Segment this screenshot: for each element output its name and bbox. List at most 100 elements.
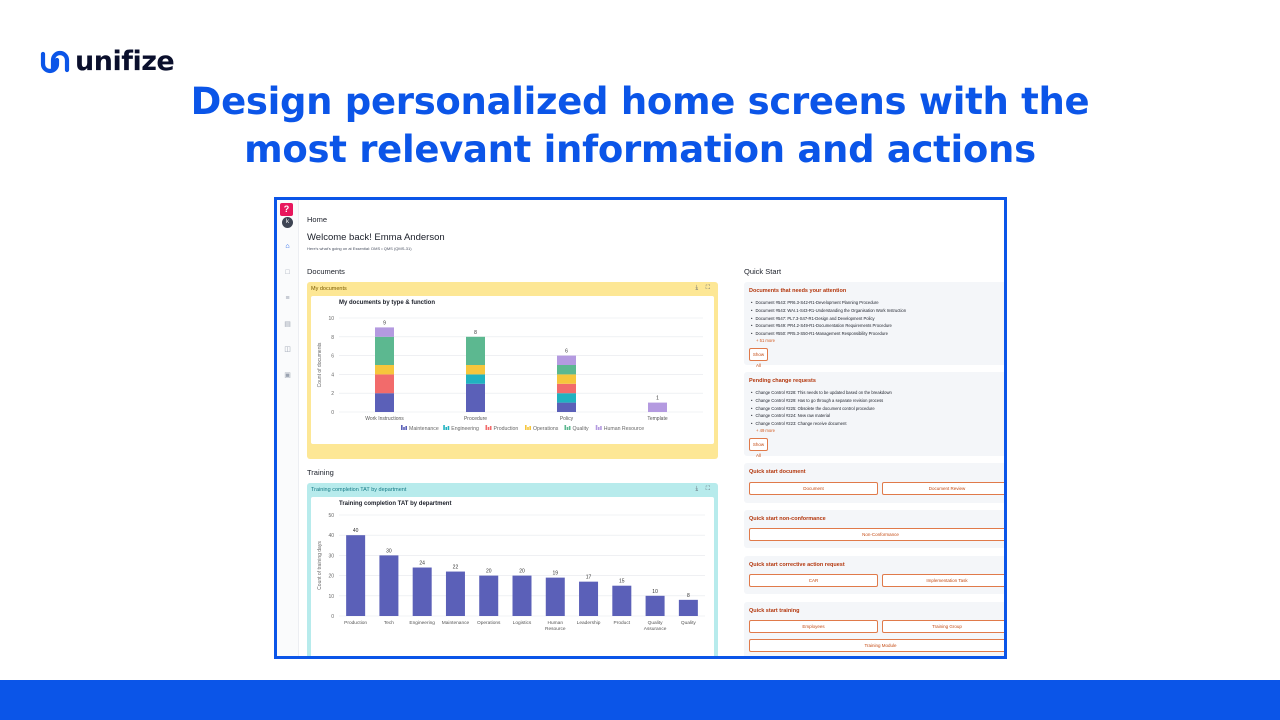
bar-segment	[466, 365, 485, 375]
list-item[interactable]: Document #543: WAI.1-S43-R1-Understandin…	[751, 307, 906, 315]
bar-segment	[375, 393, 394, 412]
y-tick-label: 6	[331, 354, 334, 360]
page-title: Home	[307, 215, 328, 224]
bar-segment	[557, 365, 576, 375]
avatar[interactable]: k	[282, 217, 293, 228]
training-group-button[interactable]: Training Group	[882, 620, 1004, 633]
legend-item: Engineering	[443, 425, 479, 432]
list-item[interactable]: Document #543: PR6.3-S42-R1-Development …	[751, 299, 906, 307]
settings-icon[interactable]: ▣	[283, 372, 292, 380]
y-tick-label: 20	[328, 574, 334, 580]
list-icon[interactable]: ≡	[283, 295, 292, 303]
data-label: 20	[486, 569, 492, 575]
y-tick-label: 0	[331, 614, 334, 620]
bar-segment	[557, 355, 576, 365]
data-label: 8	[474, 330, 477, 336]
x-tick-label: Assurance	[644, 626, 667, 632]
x-tick-label: Engineering	[409, 620, 435, 626]
car-button[interactable]: CAR	[749, 574, 878, 587]
documents-section-title: Documents	[307, 267, 345, 276]
home-icon[interactable]: ⌂	[283, 243, 292, 251]
panel-tools[interactable]: ⤓ ⛶	[695, 285, 713, 292]
list-item[interactable]: Change Control #225: Obsolete the docume…	[751, 405, 892, 413]
data-label: 20	[519, 569, 525, 575]
list-item[interactable]: Change Control #224: New raw material	[751, 412, 892, 420]
quick-start-capa-card: Quick start corrective action request CA…	[744, 556, 1004, 594]
documents-panel-header: My documents	[311, 286, 347, 292]
quick-start-training-title: Quick start training	[749, 608, 800, 614]
implementation-task-button[interactable]: Implementation Task	[882, 574, 1004, 587]
show-all-button[interactable]: Show All	[749, 348, 768, 368]
x-tick-label: Leadership	[577, 620, 601, 626]
employees-button[interactable]: Employees	[749, 620, 878, 633]
legend-label: Human Resource	[604, 426, 644, 432]
legend-swatch	[403, 427, 405, 430]
help-button[interactable]: ?	[280, 203, 293, 216]
list-item[interactable]: Change Control #223: Change receive docu…	[751, 420, 892, 428]
welcome-message: Welcome back! Emma Anderson	[307, 232, 445, 243]
data-label: 40	[353, 528, 359, 534]
legend-label: Maintenance	[409, 426, 439, 432]
document-button[interactable]: Document	[749, 482, 878, 495]
y-tick-label: 2	[331, 391, 334, 397]
bar	[445, 571, 465, 616]
y-tick-label: 30	[328, 553, 334, 559]
legend-swatch	[445, 427, 448, 430]
bar	[545, 577, 565, 616]
bar-segment	[557, 402, 576, 412]
headline-line-1: Design personalized home screens with th…	[190, 80, 1090, 123]
training-module-button[interactable]: Training Module	[749, 639, 1004, 652]
x-tick-label: Work Instructions	[365, 416, 404, 422]
more-link[interactable]: + 51 more	[756, 338, 775, 343]
x-tick-label: Product	[614, 620, 631, 626]
bar-segment	[375, 365, 394, 375]
list-item[interactable]: Change Control #228: This needs to be up…	[751, 389, 891, 397]
x-tick-label: Quality	[681, 620, 697, 626]
unifize-logo: unifize	[40, 46, 175, 77]
quick-start-section-title: Quick Start	[744, 267, 782, 276]
x-tick-label: Resource	[545, 626, 566, 632]
training-chart-card: Training completion TAT by department 0 1…	[311, 497, 714, 656]
chat-icon[interactable]: □	[283, 269, 292, 277]
y-axis-label: Count of documents	[317, 342, 323, 387]
bar	[645, 595, 665, 616]
more-link[interactable]: + 49 more	[756, 428, 775, 433]
quick-start-training-card: Quick start training Employees Training …	[744, 602, 1004, 656]
non-conformance-button[interactable]: Non-Conformance	[749, 528, 1004, 541]
list-item[interactable]: Document #547: PL7.3-S47-R1-Design and D…	[751, 315, 906, 323]
legend-swatch	[487, 427, 490, 430]
legend-item: Operations	[525, 425, 559, 432]
x-tick-label: Tech	[384, 620, 394, 626]
bottom-band	[0, 680, 1280, 720]
panel-tools[interactable]: ⤓ ⛶	[695, 486, 713, 493]
legend-swatch	[529, 426, 531, 430]
legend-swatch	[405, 426, 407, 430]
org-info: Here's what's going on at Essential: DMS…	[307, 246, 412, 251]
data-label: 9	[383, 320, 386, 326]
x-tick-label: Operations	[477, 620, 501, 626]
report-icon[interactable]: ▤	[283, 321, 292, 329]
y-tick-label: 4	[331, 372, 334, 378]
legend-swatch	[600, 426, 602, 430]
show-all-button[interactable]: Show All	[749, 438, 768, 458]
list-item[interactable]: Change Control #229: Has to go through a…	[751, 397, 892, 405]
documents-chart-card: My documents by type & function 0 2 4 6 8 10 C…	[311, 296, 714, 444]
list-item[interactable]: Document #549: PR4.2-S49-R1-Documentatio…	[751, 322, 906, 330]
pending-card: Pending change requests Change Control #…	[744, 372, 1004, 458]
x-tick-label: Maintenance	[442, 620, 470, 626]
x-tick-label: Production	[344, 620, 367, 626]
contacts-icon[interactable]: ◫	[283, 346, 292, 354]
headline: Design personalized home screens with th…	[0, 78, 1280, 174]
training-chart-title: Training completion TAT by department	[339, 501, 452, 507]
documents-panel: My documents ⤓ ⛶ My documents by type & …	[307, 282, 718, 459]
document-review-button[interactable]: Document Review	[882, 482, 1004, 495]
data-label: 24	[419, 561, 425, 567]
data-label: 19	[552, 571, 558, 577]
x-tick-label: Procedure	[464, 416, 487, 422]
y-tick-label: 10	[328, 594, 334, 600]
legend-label: Operations	[533, 426, 559, 432]
list-item[interactable]: Document #550: PR5.3-S50-R1-Management R…	[751, 330, 906, 338]
bar	[612, 585, 632, 616]
bar-segment	[466, 383, 485, 412]
attention-list: Document #543: PR6.3-S42-R1-Development …	[751, 299, 906, 338]
